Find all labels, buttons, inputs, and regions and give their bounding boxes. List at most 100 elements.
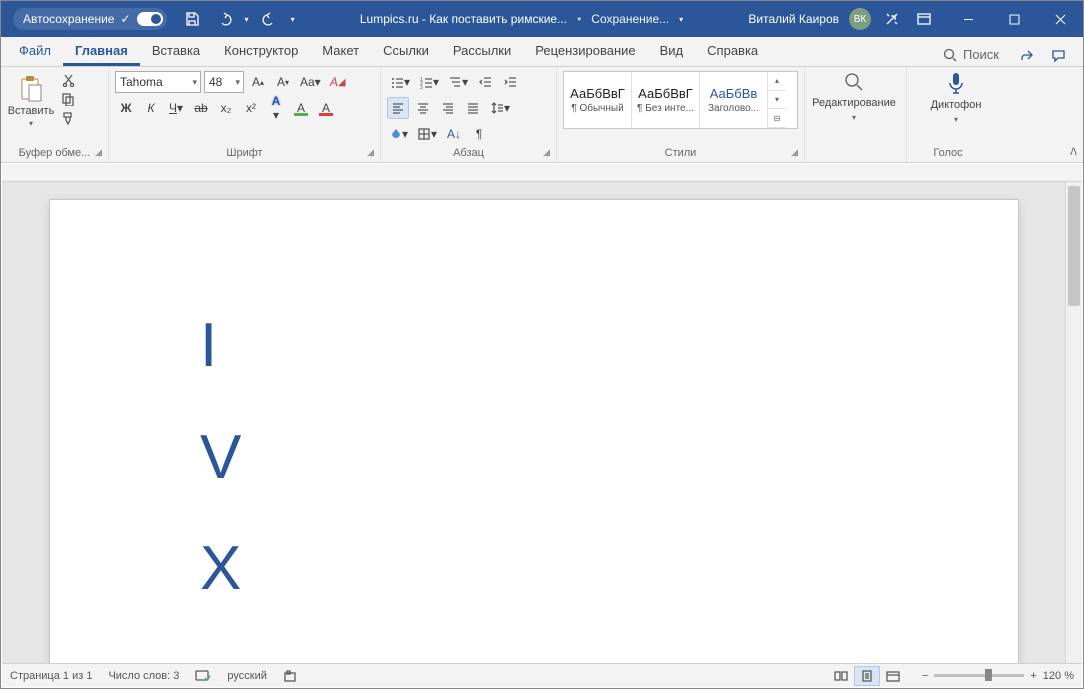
macro-icon[interactable]: [283, 669, 297, 683]
chevron-down-icon: ▾: [29, 119, 33, 128]
line-spacing-button[interactable]: ▾: [487, 97, 513, 119]
decrease-indent-button[interactable]: [474, 71, 496, 93]
tab-home[interactable]: Главная: [63, 37, 140, 66]
text-line: I: [200, 290, 1018, 402]
font-color-button[interactable]: A: [315, 97, 337, 119]
autosave-label: Автосохранение: [23, 12, 114, 26]
align-center-button[interactable]: [412, 97, 434, 119]
tab-mailings[interactable]: Рассылки: [441, 37, 523, 66]
font-size-select[interactable]: 48: [204, 71, 244, 93]
grow-font-button[interactable]: A▴: [247, 71, 269, 93]
tab-view[interactable]: Вид: [648, 37, 696, 66]
multilevel-list-button[interactable]: ▾: [445, 71, 471, 93]
highlight-button[interactable]: A: [290, 97, 312, 119]
zoom-out-button[interactable]: −: [922, 670, 928, 682]
dialog-launcher-icon[interactable]: ◢: [367, 147, 374, 158]
print-layout-button[interactable]: [854, 666, 880, 686]
chevron-down-icon: ▾: [954, 115, 958, 124]
autosave-switch[interactable]: [137, 12, 163, 26]
text-effects-button[interactable]: A▾: [265, 97, 287, 119]
increase-indent-button[interactable]: [499, 71, 521, 93]
qat-customize-icon[interactable]: ▾: [291, 15, 295, 24]
dialog-launcher-icon[interactable]: ◢: [95, 147, 102, 158]
zoom-slider[interactable]: [934, 674, 1024, 677]
tab-references[interactable]: Ссылки: [371, 37, 441, 66]
strikethrough-button[interactable]: ab: [190, 97, 212, 119]
format-painter-button[interactable]: [58, 109, 78, 127]
undo-dropdown-icon[interactable]: ▾: [245, 15, 249, 24]
tab-design[interactable]: Конструктор: [212, 37, 310, 66]
search-placeholder: Поиск: [963, 47, 999, 62]
styles-gallery-more[interactable]: ▴▾⊟: [768, 72, 786, 128]
vertical-scrollbar[interactable]: [1065, 182, 1082, 663]
group-font: Tahoma 48 A▴ A▾ Aa▾ A◢ Ж К Ч▾ ab x₂ x² A…: [109, 67, 381, 162]
align-right-button[interactable]: [437, 97, 459, 119]
collapse-ribbon-button[interactable]: ᐱ: [1070, 147, 1077, 158]
justify-button[interactable]: [462, 97, 484, 119]
page[interactable]: I V X: [50, 200, 1018, 663]
paste-label: Вставить: [8, 105, 55, 117]
bold-button[interactable]: Ж: [115, 97, 137, 119]
comments-button[interactable]: [1047, 44, 1069, 66]
document-body[interactable]: I V X: [50, 200, 1018, 625]
spellcheck-icon[interactable]: [195, 669, 211, 683]
coming-soon-icon[interactable]: [881, 8, 903, 30]
change-case-button[interactable]: Aa▾: [297, 71, 324, 93]
styles-gallery[interactable]: АаБбВвГ¶ Обычный АаБбВвГ¶ Без инте... Аа…: [563, 71, 798, 129]
word-count[interactable]: Число слов: 3: [108, 670, 179, 682]
style-no-spacing[interactable]: АаБбВвГ¶ Без инте...: [632, 72, 700, 128]
shading-button[interactable]: ▾: [387, 123, 411, 145]
scrollbar-thumb[interactable]: [1068, 186, 1080, 306]
maximize-button[interactable]: [991, 1, 1037, 37]
paste-button[interactable]: Вставить ▾: [7, 71, 55, 132]
avatar[interactable]: ВК: [849, 8, 871, 30]
group-styles: АаБбВвГ¶ Обычный АаБбВвГ¶ Без инте... Аа…: [557, 67, 805, 162]
copy-button[interactable]: [58, 90, 78, 108]
editing-button[interactable]: Редактирование ▾: [811, 71, 897, 122]
zoom-level[interactable]: 120 %: [1043, 670, 1074, 682]
autosave-toggle[interactable]: Автосохранение ✓: [13, 8, 167, 30]
superscript-button[interactable]: x²: [240, 97, 262, 119]
redo-button[interactable]: [259, 8, 281, 30]
search-box[interactable]: Поиск: [935, 43, 1007, 66]
dialog-launcher-icon[interactable]: ◢: [543, 147, 550, 158]
group-clipboard-label: Буфер обме...◢: [7, 145, 102, 160]
font-name-select[interactable]: Tahoma: [115, 71, 201, 93]
save-status-dropdown-icon[interactable]: ▾: [679, 15, 683, 24]
language-indicator[interactable]: русский: [227, 670, 266, 682]
page-indicator[interactable]: Страница 1 из 1: [10, 670, 92, 682]
cut-button[interactable]: [58, 71, 78, 89]
show-marks-button[interactable]: ¶: [468, 123, 490, 145]
tab-help[interactable]: Справка: [695, 37, 770, 66]
align-left-button[interactable]: [387, 97, 409, 119]
close-button[interactable]: [1037, 1, 1083, 37]
save-button[interactable]: [181, 8, 203, 30]
dialog-launcher-icon[interactable]: ◢: [791, 147, 798, 158]
tab-review[interactable]: Рецензирование: [523, 37, 647, 66]
subscript-button[interactable]: x₂: [215, 97, 237, 119]
borders-button[interactable]: ▾: [414, 123, 440, 145]
italic-button[interactable]: К: [140, 97, 162, 119]
style-heading1[interactable]: АаБбВвЗаголово...: [700, 72, 768, 128]
check-icon: ✓: [120, 12, 130, 26]
tab-insert[interactable]: Вставка: [140, 37, 212, 66]
numbering-button[interactable]: 123▾: [416, 71, 442, 93]
minimize-button[interactable]: [945, 1, 991, 37]
read-mode-button[interactable]: [828, 666, 854, 686]
shrink-font-button[interactable]: A▾: [272, 71, 294, 93]
microphone-icon: [946, 71, 966, 95]
clear-formatting-button[interactable]: A◢: [327, 71, 349, 93]
dictate-button[interactable]: Диктофон ▾: [913, 71, 999, 124]
undo-button[interactable]: [213, 8, 235, 30]
tab-layout[interactable]: Макет: [310, 37, 371, 66]
bullets-button[interactable]: ▾: [387, 71, 413, 93]
horizontal-ruler[interactable]: [2, 164, 1082, 182]
ribbon-display-button[interactable]: [913, 8, 935, 30]
web-layout-button[interactable]: [880, 666, 906, 686]
share-button[interactable]: [1015, 44, 1037, 66]
tab-file[interactable]: Файл: [7, 37, 63, 66]
sort-button[interactable]: A↓: [443, 123, 465, 145]
style-normal[interactable]: АаБбВвГ¶ Обычный: [564, 72, 632, 128]
underline-button[interactable]: Ч▾: [165, 97, 187, 119]
zoom-in-button[interactable]: +: [1030, 670, 1036, 682]
